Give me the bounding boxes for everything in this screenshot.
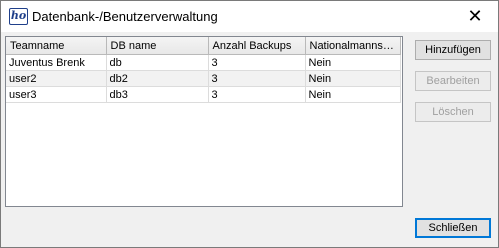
column-header-teamname[interactable]: Teamname: [6, 37, 107, 55]
cell-db-name: db: [106, 54, 209, 71]
column-header-db-name[interactable]: DB name: [106, 37, 209, 55]
title-bar: ho Datenbank-/Benutzerverwaltung ✕: [1, 1, 498, 32]
cell-backups: 3: [208, 70, 306, 87]
cell-national-team: Nein: [305, 86, 401, 103]
delete-button[interactable]: Löschen: [415, 102, 491, 122]
window-title: Datenbank-/Benutzerverwaltung: [32, 9, 218, 24]
table-row[interactable]: user2 db2 3 Nein: [6, 70, 401, 87]
cell-backups: 3: [208, 86, 306, 103]
cell-teamname: Juventus Brenk: [6, 54, 107, 71]
table-row[interactable]: user3 db3 3 Nein: [6, 86, 401, 103]
cell-teamname: user3: [6, 86, 107, 103]
add-button[interactable]: Hinzufügen: [415, 40, 491, 60]
cell-national-team: Nein: [305, 70, 401, 87]
close-icon[interactable]: ✕: [456, 3, 494, 29]
dialog-window: ho Datenbank-/Benutzerverwaltung ✕ Teamn…: [0, 0, 499, 248]
edit-button[interactable]: Bearbeiten: [415, 71, 491, 91]
close-button[interactable]: Schließen: [415, 218, 491, 238]
cell-teamname: user2: [6, 70, 107, 87]
column-header-national-team[interactable]: Nationalmannsc...: [305, 37, 401, 55]
column-header-backups[interactable]: Anzahl Backups: [208, 37, 306, 55]
user-database-table: Teamname DB name Anzahl Backups National…: [5, 36, 403, 207]
table-header-row: Teamname DB name Anzahl Backups National…: [6, 37, 401, 55]
cell-db-name: db2: [106, 70, 209, 87]
cell-backups: 3: [208, 54, 306, 71]
cell-db-name: db3: [106, 86, 209, 103]
table-row[interactable]: Juventus Brenk db 3 Nein: [6, 54, 401, 71]
cell-national-team: Nein: [305, 54, 401, 71]
app-logo-icon: ho: [9, 8, 28, 25]
